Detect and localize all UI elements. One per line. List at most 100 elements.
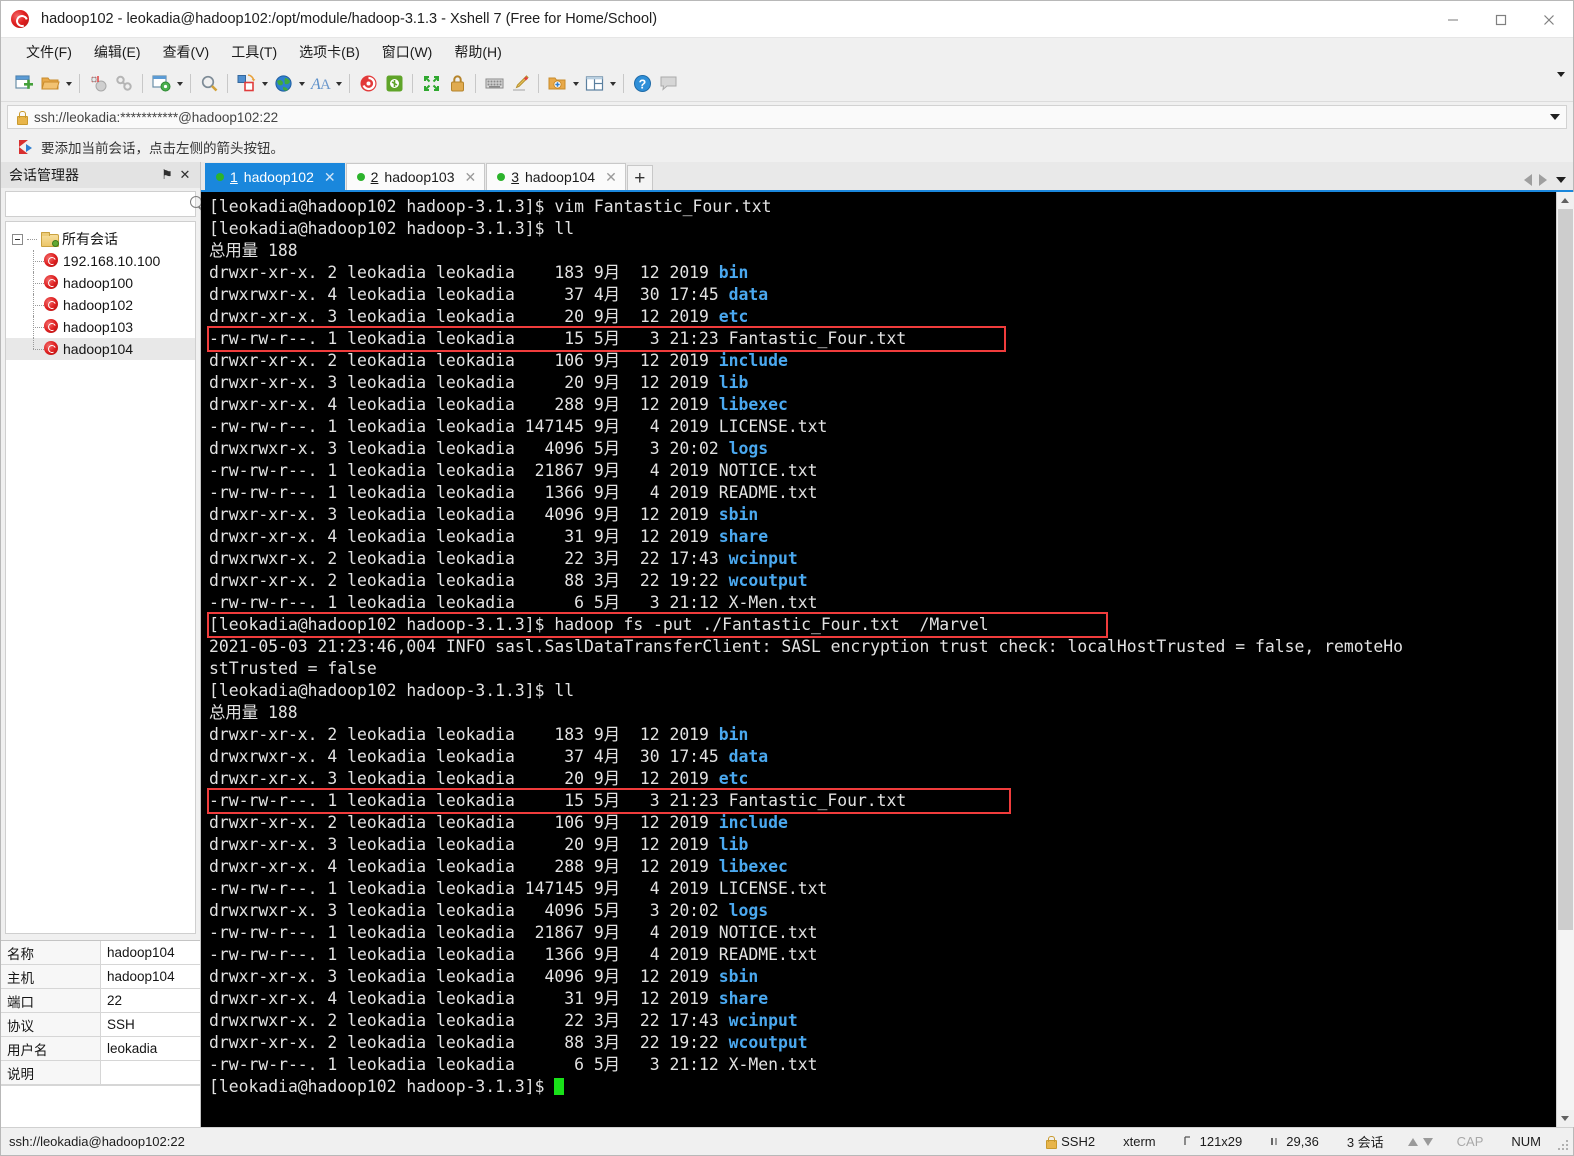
terminal-text: -rw-rw-r--. 1 leokadia leokadia 147145 9… xyxy=(209,417,828,436)
session-item-hadoop104[interactable]: hadoop104 xyxy=(6,338,195,360)
globe-caret-icon[interactable] xyxy=(296,71,307,97)
close-panel-icon[interactable]: ✕ xyxy=(176,166,194,184)
terminal-text: drwxr-xr-x. 2 leokadia leokadia 106 9月 1… xyxy=(209,813,719,832)
terminal-line: drwxr-xr-x. 3 leokadia leokadia 4096 9月 … xyxy=(209,966,1556,988)
tree-root-all-sessions[interactable]: 所有会话 xyxy=(6,228,195,250)
session-search-box[interactable] xyxy=(5,191,202,217)
tab-list-caret-icon[interactable] xyxy=(1556,177,1566,183)
font-caret-icon[interactable] xyxy=(333,71,344,97)
tab-hadoop103[interactable]: 2 hadoop103 ✕ xyxy=(345,163,486,190)
transfer-icon[interactable] xyxy=(233,71,259,97)
toolbar-separator xyxy=(227,74,228,93)
terminal-line: drwxrwxr-x. 3 leokadia leokadia 4096 5月 … xyxy=(209,900,1556,922)
xshell-icon[interactable] xyxy=(355,71,381,97)
directory-name: wcoutput xyxy=(728,571,808,590)
terminal-line: drwxr-xr-x. 3 leokadia leokadia 20 9月 12… xyxy=(209,372,1556,394)
menu-window[interactable]: 窗口(W) xyxy=(371,39,444,65)
session-manager-header: 会话管理器 ⚑ ✕ xyxy=(1,162,200,188)
add-folder-caret-icon[interactable] xyxy=(570,71,581,97)
scroll-track[interactable] xyxy=(1556,209,1574,1110)
session-properties-icon[interactable] xyxy=(148,71,174,97)
terminal-scrollbar[interactable] xyxy=(1556,192,1574,1127)
open-folder-icon[interactable] xyxy=(37,71,63,97)
session-item-hadoop103[interactable]: hadoop103 xyxy=(6,316,195,338)
menu-tools[interactable]: 工具(T) xyxy=(220,39,288,65)
minimize-button[interactable] xyxy=(1429,1,1477,38)
chat-icon[interactable] xyxy=(655,71,681,97)
tab-scroll-left-icon[interactable] xyxy=(1524,174,1532,186)
address-dropdown-caret-icon[interactable] xyxy=(1550,114,1560,120)
close-button[interactable] xyxy=(1525,1,1573,38)
menu-tabs[interactable]: 选项卡(B) xyxy=(288,39,371,65)
session-tree[interactable]: 所有会话 192.168.10.100 hadoop100 hadoop102 xyxy=(5,221,196,934)
tab-hadoop104[interactable]: 3 hadoop104 ✕ xyxy=(486,163,626,190)
scroll-down-icon[interactable] xyxy=(1556,1110,1574,1127)
padlock-icon xyxy=(1046,1136,1058,1149)
directory-name: wcoutput xyxy=(728,1033,808,1052)
layout-icon[interactable] xyxy=(581,71,607,97)
terminal-text: drwxr-xr-x. 4 leokadia leokadia 288 9月 1… xyxy=(209,857,719,876)
terminal-line: stTrusted = false xyxy=(209,658,1556,680)
status-session-count: 3 会话 xyxy=(1346,1135,1384,1150)
tab-hadoop102[interactable]: 1 hadoop102 ✕ xyxy=(205,163,345,190)
terminal-text: stTrusted = false xyxy=(209,659,377,678)
resize-grip[interactable] xyxy=(1558,1140,1570,1152)
terminal-line: -rw-rw-r--. 1 leokadia leokadia 1366 9月 … xyxy=(209,944,1556,966)
layout-caret-icon[interactable] xyxy=(607,71,618,97)
menu-help[interactable]: 帮助(H) xyxy=(443,39,512,65)
open-folder-caret-icon[interactable] xyxy=(63,71,74,97)
lock-icon[interactable] xyxy=(444,71,470,97)
globe-icon[interactable] xyxy=(270,71,296,97)
terminal-line: drwxrwxr-x. 3 leokadia leokadia 4096 5月 … xyxy=(209,438,1556,460)
terminal-wrapper: [leokadia@hadoop102 hadoop-3.1.3]$ vim F… xyxy=(201,190,1574,1127)
property-row-name: 名称 hadoop104 xyxy=(1,941,200,965)
menu-view[interactable]: 查看(V) xyxy=(152,39,221,65)
session-icon xyxy=(44,253,60,269)
session-item-192-168-10-100[interactable]: 192.168.10.100 xyxy=(6,250,195,272)
new-session-icon[interactable] xyxy=(11,71,37,97)
fullscreen-icon[interactable] xyxy=(418,71,444,97)
menu-file[interactable]: 文件(F) xyxy=(15,39,83,65)
new-tab-button[interactable]: + xyxy=(626,165,653,190)
terminal-line: drwxr-xr-x. 4 leokadia leokadia 31 9月 12… xyxy=(209,988,1556,1010)
tree-expander-icon[interactable] xyxy=(12,233,23,245)
session-properties-caret-icon[interactable] xyxy=(174,71,185,97)
terminal-line-highlighted: -rw-rw-r--. 1 leokadia leokadia 15 5月 3 … xyxy=(207,788,1011,814)
add-folder-icon[interactable] xyxy=(544,71,570,97)
pin-icon[interactable]: ⚑ xyxy=(158,166,176,184)
terminal-text: drwxrwxr-x. 2 leokadia leokadia 22 3月 22… xyxy=(209,1011,729,1030)
flag-arrow-icon xyxy=(17,139,33,155)
session-item-hadoop102[interactable]: hadoop102 xyxy=(6,294,195,316)
tab-close-icon[interactable]: ✕ xyxy=(464,169,476,186)
keyboard-icon[interactable] xyxy=(481,71,507,97)
tab-scroll-right-icon[interactable] xyxy=(1539,174,1547,186)
scroll-up-icon[interactable] xyxy=(1556,192,1574,209)
terminal-cursor xyxy=(554,1078,565,1095)
tab-close-icon[interactable]: ✕ xyxy=(324,169,336,186)
session-item-hadoop100[interactable]: hadoop100 xyxy=(6,272,195,294)
menu-edit[interactable]: 编辑(E) xyxy=(83,39,152,65)
toolbar-overflow-caret-icon[interactable] xyxy=(1555,68,1567,80)
maximize-button[interactable] xyxy=(1477,1,1525,38)
property-key: 端口 xyxy=(1,989,101,1012)
terminal-text: -rw-rw-r--. 1 leokadia leokadia 147145 9… xyxy=(209,879,828,898)
reconnect-icon[interactable] xyxy=(111,71,137,97)
session-search-input[interactable] xyxy=(6,193,187,215)
terminal-line: drwxrwxr-x. 2 leokadia leokadia 22 3月 22… xyxy=(209,1010,1556,1032)
find-icon[interactable] xyxy=(196,71,222,97)
terminal-text: [leokadia@hadoop102 hadoop-3.1.3]$ xyxy=(209,1077,555,1096)
property-value xyxy=(101,1061,200,1084)
terminal-text: drwxr-xr-x. 4 leokadia leokadia 31 9月 12… xyxy=(209,989,719,1008)
tab-close-icon[interactable]: ✕ xyxy=(605,169,617,186)
terminal-output[interactable]: [leokadia@hadoop102 hadoop-3.1.3]$ vim F… xyxy=(201,192,1556,1127)
terminal-line: drwxrwxr-x. 4 leokadia leokadia 37 4月 30… xyxy=(209,284,1556,306)
highlight-icon[interactable] xyxy=(507,71,533,97)
scroll-thumb[interactable] xyxy=(1557,209,1573,930)
transfer-caret-icon[interactable] xyxy=(259,71,270,97)
disconnect-icon[interactable] xyxy=(85,71,111,97)
xftp-icon[interactable] xyxy=(381,71,407,97)
font-icon[interactable]: A A xyxy=(307,71,333,97)
terminal-line: -rw-rw-r--. 1 leokadia leokadia 21867 9月… xyxy=(209,922,1556,944)
address-field[interactable]: ssh://leokadia:***********@hadoop102:22 xyxy=(7,105,1567,129)
help-icon[interactable]: ? xyxy=(629,71,655,97)
